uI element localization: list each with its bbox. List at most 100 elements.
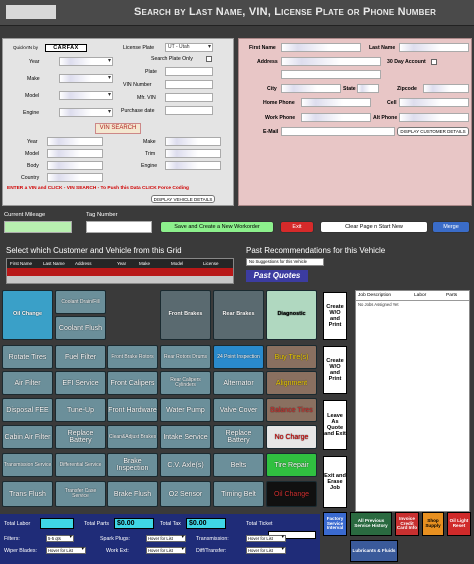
plate-state-select[interactable]: UT - Utah	[165, 43, 213, 52]
lubricants-fluids-button[interactable]: Lubricants & Fluids	[350, 540, 398, 562]
service-tile-transfer-case-service[interactable]: Transfer Case Service	[55, 481, 106, 507]
alt-phone-input[interactable]	[399, 113, 469, 122]
service-tile-rear-rotors-drums[interactable]: Rear Rotors Drums	[160, 345, 211, 369]
oil-light-reset-button[interactable]: Oil Light Reset	[447, 512, 471, 536]
service-tile-belts[interactable]: Belts	[213, 453, 264, 477]
service-tile-front-brakes[interactable]: Front Brakes	[160, 290, 211, 340]
service-tile-front-calipers[interactable]: Front Calipers	[107, 371, 158, 395]
invoice-credit-card-button[interactable]: Invoice Credit Card Info	[395, 512, 419, 536]
service-tile-rotate-tires[interactable]: Rotate Tires	[2, 345, 53, 369]
tag-number-input[interactable]	[86, 221, 152, 233]
service-tile-c-v-axle-s[interactable]: C.V. Axle(s)	[160, 453, 211, 477]
carfax-button[interactable]: CARFAX	[45, 44, 87, 52]
current-mileage-input[interactable]	[4, 221, 72, 233]
factory-service-interval-button[interactable]: Factory Service Interval	[323, 512, 347, 536]
engine-select[interactable]	[59, 108, 113, 117]
diff-transfer-select[interactable]: Hover for List	[246, 547, 286, 554]
service-tile-transmission-service[interactable]: Transmission Service	[2, 453, 53, 477]
grid-col-first-name[interactable]: First Name	[10, 261, 32, 266]
service-tile-front-brake-rotors[interactable]: Front Brake Rotors	[107, 345, 158, 369]
email-input[interactable]	[281, 127, 395, 136]
grid-col-last-name[interactable]: Last Name	[43, 261, 65, 266]
grid-col-model[interactable]: Model	[171, 261, 183, 266]
plate-input[interactable]	[165, 67, 213, 76]
service-tile-brake-inspection[interactable]: Brake Inspection	[107, 453, 158, 477]
home-phone-input[interactable]	[301, 98, 371, 107]
work-ext-select[interactable]: Hover for List	[146, 547, 186, 554]
purchase-date-input[interactable]	[165, 106, 213, 115]
cell-input[interactable]	[399, 98, 469, 107]
clear-page-button[interactable]: Clear Page n Start New	[320, 221, 428, 233]
service-tile-alignment[interactable]: Alignment	[266, 371, 317, 395]
wiper-blades-select[interactable]: Hover for List	[46, 547, 86, 554]
service-tile-buy-tire-s[interactable]: Buy Tire(s)	[266, 345, 317, 369]
transmission-select[interactable]: Hover for List	[246, 535, 286, 542]
create-wo-print-button-1[interactable]: Create W/O and Print	[323, 292, 347, 340]
service-tile-replace-battery[interactable]: Replace Battery	[213, 425, 264, 449]
work-phone-input[interactable]	[301, 113, 371, 122]
make-select[interactable]	[59, 74, 113, 83]
vin-number-input[interactable]	[165, 80, 213, 89]
address2-input[interactable]	[281, 70, 381, 79]
service-tile-front-hardware[interactable]: Front Hardware	[107, 398, 158, 422]
city-input[interactable]	[281, 84, 341, 93]
last-name-input[interactable]	[399, 43, 469, 52]
shop-supply-button[interactable]: Shop Supply	[422, 512, 444, 536]
service-tile-cabin-air-filter[interactable]: Cabin Air Filter	[2, 425, 53, 449]
spark-plugs-select[interactable]: Hover for List	[146, 535, 186, 542]
service-tile-timing-belt[interactable]: Timing Belt	[213, 481, 264, 507]
service-tile-24-point-inspection[interactable]: 24 Point Inspection	[213, 345, 264, 369]
service-tile-differential-service[interactable]: Differential Service	[55, 453, 106, 477]
service-tile-brake-flush[interactable]: Brake Flush	[107, 481, 158, 507]
service-tile-alternator[interactable]: Alternator	[213, 371, 264, 395]
service-tile-oil-change[interactable]: Oil Change	[2, 290, 53, 340]
service-tile-fuel-filter[interactable]: Fuel Filter	[55, 345, 106, 369]
display-vehicle-details-button[interactable]: DISPLAY VEHICLE DETAILS	[151, 195, 215, 203]
service-tile-rear-calipers-cylinders[interactable]: Rear Calipers Cylinders	[160, 371, 211, 395]
service-tile-tire-repair[interactable]: Tire Repair	[266, 453, 317, 477]
grid-col-license[interactable]: License	[203, 261, 219, 266]
service-tile-coolant-flush[interactable]: Coolant Flush	[55, 316, 106, 340]
service-tile-trans-flush[interactable]: Trans Flush	[2, 481, 53, 507]
grid-col-address[interactable]: Address	[75, 261, 92, 266]
customer-vehicle-grid[interactable]: First Name Last Name Address Year Make M…	[6, 258, 234, 284]
filters-select[interactable]: 5-5 qts	[46, 535, 74, 542]
service-tile-efi-service[interactable]: EFI Service	[55, 371, 106, 395]
mfr-vin-input[interactable]	[165, 93, 213, 102]
service-tile-no-charge[interactable]: No Charge	[266, 425, 317, 449]
merge-button[interactable]: Merge	[432, 221, 470, 233]
service-tile-balance-tires[interactable]: Balance Tires	[266, 398, 317, 422]
grid-col-make[interactable]: Make	[139, 261, 150, 266]
grid-col-year[interactable]: Year	[117, 261, 126, 266]
create-wo-print-button-2[interactable]: Create W/O and Print	[323, 346, 347, 394]
model-select[interactable]	[59, 91, 113, 100]
first-name-input[interactable]	[281, 43, 361, 52]
leave-as-quote-button[interactable]: Leave As Quote and Exit	[323, 400, 347, 450]
service-tile-o2-sensor[interactable]: O2 Sensor	[160, 481, 211, 507]
table-row[interactable]	[7, 268, 233, 276]
service-tile-clean-adjust-brakes[interactable]: Clean&Adjust Brakes	[107, 425, 158, 449]
state-input[interactable]	[357, 84, 379, 93]
service-tile-intake-service[interactable]: Intake Service	[160, 425, 211, 449]
display-customer-details-button[interactable]: DISPLAY CUSTOMER DETAILS	[397, 127, 469, 136]
service-history-button[interactable]: All Previous Service History	[350, 512, 392, 536]
address-input[interactable]	[281, 57, 381, 66]
exit-button[interactable]: Exit	[280, 221, 314, 233]
exit-erase-job-button[interactable]: Exit and Erase Job	[323, 456, 347, 508]
vin-search-button[interactable]: VIN SEARCH	[95, 123, 141, 134]
service-tile-replace-battery[interactable]: Replace Battery	[55, 425, 106, 449]
service-tile-coolant-drain-fill[interactable]: Coolant Drain/Fill	[55, 290, 106, 314]
search-plate-only-checkbox[interactable]	[206, 56, 212, 62]
service-tile-tune-up[interactable]: Tune-Up	[55, 398, 106, 422]
service-tile-diagnostic[interactable]: Diagnostic	[266, 290, 317, 340]
service-tile-disposal-fee[interactable]: Disposal FEE	[2, 398, 53, 422]
service-tile-valve-cover[interactable]: Valve Cover	[213, 398, 264, 422]
service-tile-rear-brakes[interactable]: Rear Brakes	[213, 290, 264, 340]
year-select[interactable]	[59, 57, 113, 66]
past-quotes-button[interactable]: Past Quotes	[246, 270, 308, 282]
service-tile-air-filter[interactable]: Air Filter	[2, 371, 53, 395]
save-create-workorder-button[interactable]: Save and Create a New Workorder	[160, 221, 274, 233]
service-tile-oil-change[interactable]: Oil Change	[266, 481, 317, 507]
thirty-day-account-checkbox[interactable]	[431, 59, 437, 65]
zipcode-input[interactable]	[423, 84, 469, 93]
